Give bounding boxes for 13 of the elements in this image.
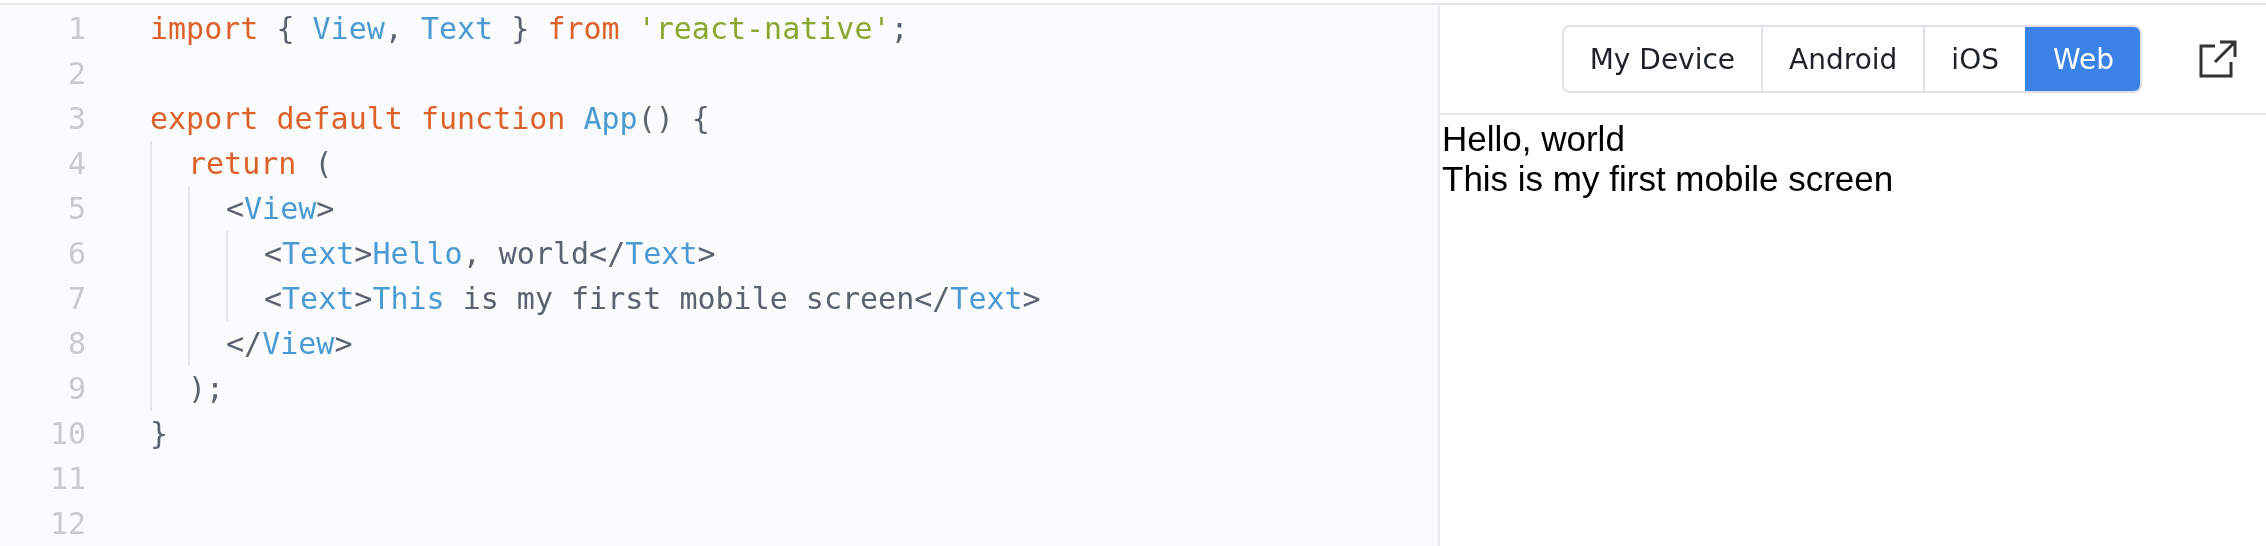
code-line: import { View, Text } from 'react-native'; [150,11,909,46]
external-link-icon[interactable] [2198,39,2238,79]
code-line: <View> [226,191,335,226]
code-line: ); [188,371,225,406]
code-line: <Text>Hello, world</Text> [264,236,716,271]
code-line: export default function App() { [150,101,710,136]
output-text: Hello, world [1442,119,1626,159]
code-line: </View> [226,326,353,361]
output-text: This is my first mobile screen [1442,159,1895,199]
platform-tab[interactable]: Web [2024,27,2140,91]
code-line: } [150,416,169,451]
code-line: <Text>This is my first mobile screen</Text> [264,281,1041,316]
code-line: return ( [188,146,333,181]
